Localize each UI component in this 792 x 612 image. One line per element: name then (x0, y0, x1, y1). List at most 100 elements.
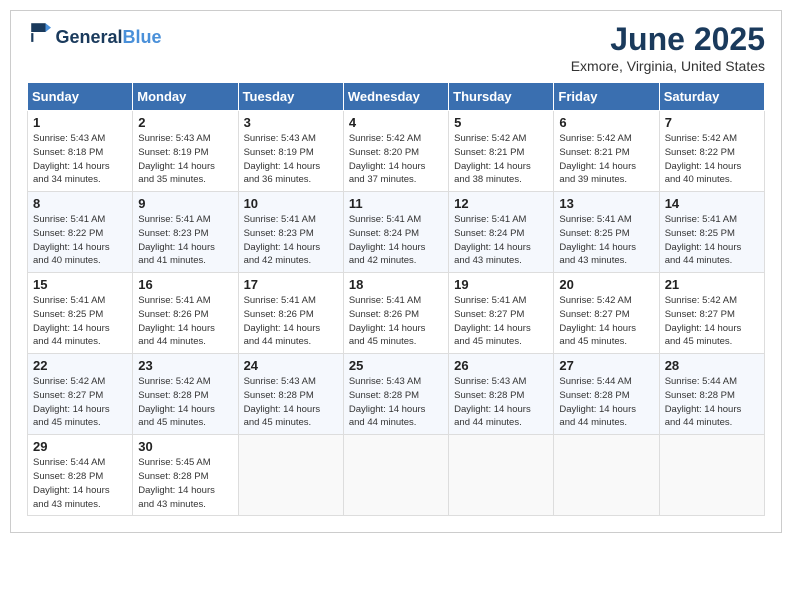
day-number: 10 (244, 196, 338, 211)
calendar-cell: 13 Sunrise: 5:41 AMSunset: 8:25 PMDayligh… (554, 192, 659, 273)
cell-details: Sunrise: 5:41 AMSunset: 8:26 PMDaylight:… (138, 294, 232, 349)
calendar-cell: 6Sunrise: 5:42 AMSunset: 8:21 PMDaylight… (554, 111, 659, 192)
calendar-cell: 2 Sunrise: 5:43 AMSunset: 8:19 PMDaylight… (133, 111, 238, 192)
column-header-monday: Monday (133, 83, 238, 111)
week-row-5: 29 Sunrise: 5:44 AMSunset: 8:28 PMDayligh… (28, 435, 765, 516)
calendar-cell: 23 Sunrise: 5:42 AMSunset: 8:28 PMDayligh… (133, 354, 238, 435)
cell-details: Sunrise: 5:43 AMSunset: 8:28 PMDaylight:… (244, 375, 338, 430)
column-header-saturday: Saturday (659, 83, 764, 111)
cell-details: Sunrise: 5:41 AMSunset: 8:25 PMDaylight:… (559, 213, 653, 268)
logo-icon (29, 21, 51, 43)
cell-details: Sunrise: 5:42 AMSunset: 8:28 PMDaylight:… (138, 375, 232, 430)
cell-details: Sunrise: 5:43 AMSunset: 8:18 PMDaylight:… (33, 132, 127, 187)
cell-details: Sunrise: 5:45 AMSunset: 8:28 PMDaylight:… (138, 456, 232, 511)
cell-details: Sunrise: 5:41 AMSunset: 8:23 PMDaylight:… (244, 213, 338, 268)
calendar-cell: 7Sunrise: 5:42 AMSunset: 8:22 PMDaylight… (659, 111, 764, 192)
calendar-cell (238, 435, 343, 516)
week-row-4: 22 Sunrise: 5:42 AMSunset: 8:27 PMDayligh… (28, 354, 765, 435)
day-number: 21 (665, 277, 759, 292)
calendar-cell (449, 435, 554, 516)
calendar-cell: 4Sunrise: 5:42 AMSunset: 8:20 PMDaylight… (343, 111, 448, 192)
logo-general-text: General (55, 27, 122, 48)
calendar-cell: 29 Sunrise: 5:44 AMSunset: 8:28 PMDayligh… (28, 435, 133, 516)
cell-details: Sunrise: 5:43 AMSunset: 8:28 PMDaylight:… (454, 375, 548, 430)
calendar-table: SundayMondayTuesdayWednesdayThursdayFrid… (27, 82, 765, 516)
cell-details: Sunrise: 5:43 AMSunset: 8:19 PMDaylight:… (138, 132, 232, 187)
day-number: 17 (244, 277, 338, 292)
calendar-cell: 8 Sunrise: 5:41 AMSunset: 8:22 PMDaylight… (28, 192, 133, 273)
calendar-cell: 24 Sunrise: 5:43 AMSunset: 8:28 PMDayligh… (238, 354, 343, 435)
day-number: 18 (349, 277, 443, 292)
day-number: 14 (665, 196, 759, 211)
logo: General Blue (27, 21, 162, 48)
day-number: 23 (138, 358, 232, 373)
cell-details: Sunrise: 5:43 AMSunset: 8:28 PMDaylight:… (349, 375, 443, 430)
page-title: June 2025 (571, 21, 765, 58)
day-number: 1 (33, 115, 127, 130)
column-header-friday: Friday (554, 83, 659, 111)
calendar-cell (554, 435, 659, 516)
day-number: 22 (33, 358, 127, 373)
cell-details: Sunrise: 5:42 AMSunset: 8:27 PMDaylight:… (665, 294, 759, 349)
calendar-cell: 28 Sunrise: 5:44 AMSunset: 8:28 PMDayligh… (659, 354, 764, 435)
calendar-cell: 27 Sunrise: 5:44 AMSunset: 8:28 PMDayligh… (554, 354, 659, 435)
calendar-cell: 10 Sunrise: 5:41 AMSunset: 8:23 PMDayligh… (238, 192, 343, 273)
day-number: 28 (665, 358, 759, 373)
calendar-cell: 5Sunrise: 5:42 AMSunset: 8:21 PMDaylight… (449, 111, 554, 192)
calendar-cell: 3Sunrise: 5:43 AMSunset: 8:19 PMDaylight… (238, 111, 343, 192)
day-number: 9 (138, 196, 232, 211)
calendar-cell: 17Sunrise: 5:41 AMSunset: 8:26 PMDayligh… (238, 273, 343, 354)
day-number: 30 (138, 439, 232, 454)
column-header-wednesday: Wednesday (343, 83, 448, 111)
day-number: 15 (33, 277, 127, 292)
column-header-tuesday: Tuesday (238, 83, 343, 111)
calendar-cell: 1 Sunrise: 5:43 AMSunset: 8:18 PMDaylight… (28, 111, 133, 192)
calendar-cell: 22 Sunrise: 5:42 AMSunset: 8:27 PMDayligh… (28, 354, 133, 435)
calendar-cell: 18 Sunrise: 5:41 AMSunset: 8:26 PMDayligh… (343, 273, 448, 354)
cell-details: Sunrise: 5:41 AMSunset: 8:24 PMDaylight:… (349, 213, 443, 268)
cell-details: Sunrise: 5:41 AMSunset: 8:27 PMDaylight:… (454, 294, 548, 349)
cell-details: Sunrise: 5:41 AMSunset: 8:25 PMDaylight:… (33, 294, 127, 349)
day-number: 8 (33, 196, 127, 211)
day-number: 24 (244, 358, 338, 373)
cell-details: Sunrise: 5:42 AMSunset: 8:27 PMDaylight:… (559, 294, 653, 349)
calendar-cell: 26 Sunrise: 5:43 AMSunset: 8:28 PMDayligh… (449, 354, 554, 435)
cell-details: Sunrise: 5:42 AMSunset: 8:21 PMDaylight:… (454, 132, 548, 187)
cell-details: Sunrise: 5:44 AMSunset: 8:28 PMDaylight:… (33, 456, 127, 511)
week-row-1: 1 Sunrise: 5:43 AMSunset: 8:18 PMDaylight… (28, 111, 765, 192)
cell-details: Sunrise: 5:44 AMSunset: 8:28 PMDaylight:… (559, 375, 653, 430)
day-number: 25 (349, 358, 443, 373)
calendar-cell (343, 435, 448, 516)
calendar-cell: 14 Sunrise: 5:41 AMSunset: 8:25 PMDayligh… (659, 192, 764, 273)
day-number: 26 (454, 358, 548, 373)
day-number: 11 (349, 196, 443, 211)
calendar-cell: 15 Sunrise: 5:41 AMSunset: 8:25 PMDayligh… (28, 273, 133, 354)
cell-details: Sunrise: 5:42 AMSunset: 8:22 PMDaylight:… (665, 132, 759, 187)
calendar-cell (659, 435, 764, 516)
cell-details: Sunrise: 5:41 AMSunset: 8:25 PMDaylight:… (665, 213, 759, 268)
day-number: 13 (559, 196, 653, 211)
cell-details: Sunrise: 5:41 AMSunset: 8:26 PMDaylight:… (349, 294, 443, 349)
day-number: 12 (454, 196, 548, 211)
cell-details: Sunrise: 5:42 AMSunset: 8:21 PMDaylight:… (559, 132, 653, 187)
day-number: 27 (559, 358, 653, 373)
week-row-2: 8 Sunrise: 5:41 AMSunset: 8:22 PMDaylight… (28, 192, 765, 273)
cell-details: Sunrise: 5:41 AMSunset: 8:24 PMDaylight:… (454, 213, 548, 268)
day-number: 19 (454, 277, 548, 292)
day-number: 4 (349, 115, 443, 130)
cell-details: Sunrise: 5:42 AMSunset: 8:27 PMDaylight:… (33, 375, 127, 430)
day-number: 16 (138, 277, 232, 292)
column-header-sunday: Sunday (28, 83, 133, 111)
calendar-cell: 25 Sunrise: 5:43 AMSunset: 8:28 PMDayligh… (343, 354, 448, 435)
title-area: June 2025 Exmore, Virginia, United State… (571, 21, 765, 74)
day-number: 29 (33, 439, 127, 454)
cell-details: Sunrise: 5:41 AMSunset: 8:22 PMDaylight:… (33, 213, 127, 268)
cell-details: Sunrise: 5:44 AMSunset: 8:28 PMDaylight:… (665, 375, 759, 430)
calendar-cell: 20Sunrise: 5:42 AMSunset: 8:27 PMDayligh… (554, 273, 659, 354)
cell-details: Sunrise: 5:43 AMSunset: 8:19 PMDaylight:… (244, 132, 338, 187)
page-container: General Blue June 2025 Exmore, Virginia,… (10, 10, 782, 533)
logo-area: General Blue (27, 21, 162, 48)
week-row-3: 15 Sunrise: 5:41 AMSunset: 8:25 PMDayligh… (28, 273, 765, 354)
day-number: 2 (138, 115, 232, 130)
calendar-cell: 16 Sunrise: 5:41 AMSunset: 8:26 PMDayligh… (133, 273, 238, 354)
